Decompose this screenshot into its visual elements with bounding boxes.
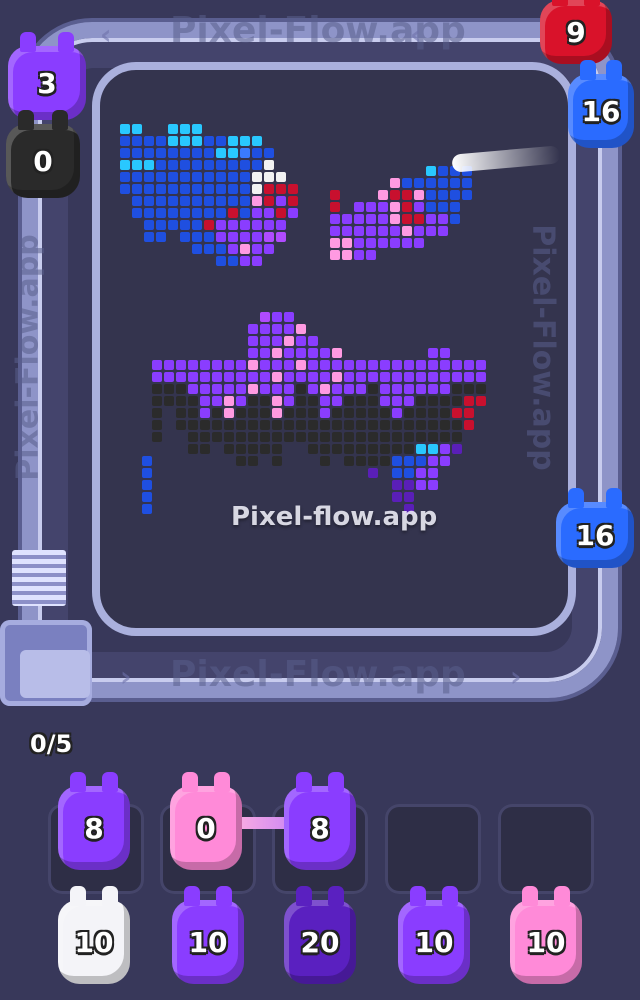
chevron-left-icon: ‹ — [100, 18, 112, 51]
shooter-count: 10 — [414, 925, 454, 959]
shooter-count: 20 — [300, 925, 340, 959]
reserve-shooter-purple-2[interactable]: 10 — [398, 886, 470, 984]
chevron-right-icon: › — [510, 660, 522, 693]
chevron-left-icon: ‹ — [410, 18, 422, 51]
reserve-shooter-dark-purple[interactable]: 20 — [284, 886, 356, 984]
shooter-count: 0 — [196, 811, 216, 845]
slot-4-empty[interactable] — [385, 804, 481, 894]
black-shooter[interactable]: 0 — [6, 110, 80, 198]
reserve-shooter-pink[interactable]: 10 — [510, 886, 582, 984]
active-shooter-purple-2[interactable]: 8 — [284, 772, 356, 870]
shooter-count: 10 — [74, 925, 114, 959]
dock-panel — [20, 650, 90, 698]
chevron-right-icon: › — [120, 660, 132, 693]
slot-5-empty[interactable] — [498, 804, 594, 894]
shooter-count: 10 — [526, 925, 566, 959]
shooter-count: 3 — [37, 66, 57, 100]
shooter-count: 10 — [188, 925, 228, 959]
active-shooter-purple-1[interactable]: 8 — [58, 772, 130, 870]
lane-watermark-left: Pixel-Flow.app — [10, 234, 46, 481]
lane-watermark-right: Pixel-Flow.app — [525, 224, 561, 471]
reserve-shooter-white[interactable]: 10 — [58, 886, 130, 984]
shooter-count: 0 — [33, 144, 53, 178]
lane-watermark-bottom: Pixel-Flow.app — [170, 654, 466, 695]
shooter-count: 16 — [581, 94, 621, 128]
pixel-board — [92, 62, 576, 636]
shooter-count: 8 — [310, 811, 330, 845]
purple-shooter[interactable]: 3 — [8, 32, 86, 120]
reserve-shooter-purple-1[interactable]: 10 — [172, 886, 244, 984]
blue-shooter-right[interactable]: 16 — [556, 488, 634, 568]
shooter-count: 9 — [566, 15, 586, 49]
queue-counter: 0/5 — [30, 730, 73, 758]
shooter-count: 8 — [84, 811, 104, 845]
red-shooter[interactable]: 9 — [540, 0, 612, 64]
blue-shooter-top[interactable]: 16 — [568, 60, 634, 148]
conveyor-entry-ramp — [12, 550, 66, 606]
shooter-count: 16 — [575, 518, 615, 552]
watermark-text: Pixel-flow.app — [231, 502, 438, 532]
active-shooter-pink[interactable]: 0 — [170, 772, 242, 870]
